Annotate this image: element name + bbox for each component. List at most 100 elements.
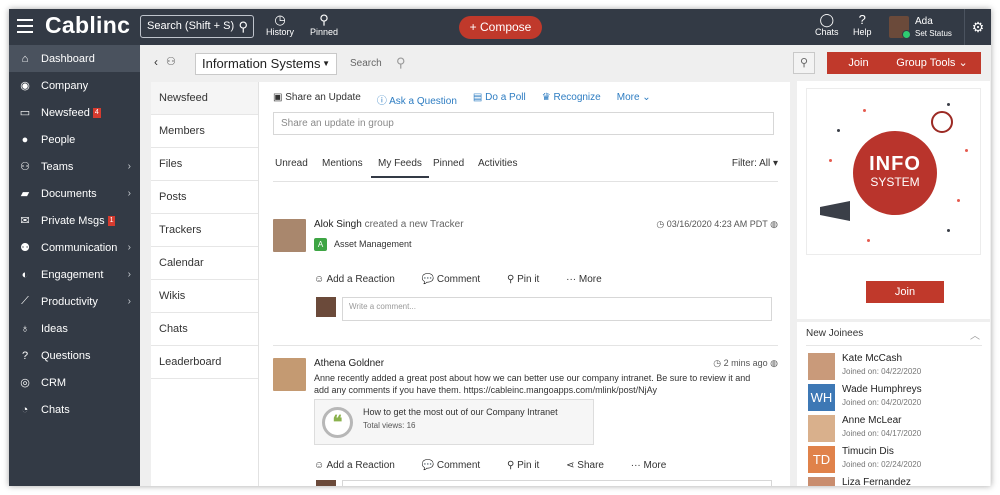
tab-activities[interactable]: Activities: [478, 158, 517, 169]
pin-button[interactable]: ⚲ Pin it: [507, 274, 551, 285]
join-button[interactable]: Join: [866, 281, 944, 303]
joinee-row[interactable]: TD Timucin Dis Joined on: 02/24/2020: [808, 446, 978, 477]
global-search-input[interactable]: Search (Shift + S) ⚲: [140, 15, 254, 38]
group-nav-leaderboard[interactable]: Leaderboard: [151, 346, 258, 379]
more-button[interactable]: ··· More: [631, 460, 679, 471]
tab-pinned[interactable]: Pinned: [433, 158, 464, 169]
group-nav-chats[interactable]: Chats: [151, 313, 258, 346]
sidebar-item-communication[interactable]: ⚉ Communication ›: [9, 234, 140, 261]
sidebar-item-dashboard[interactable]: ⌂ Dashboard: [9, 45, 140, 72]
joinee-date: Joined on: 04/20/2020: [842, 398, 922, 407]
pin-button[interactable]: ⚲ Pin it: [507, 460, 551, 471]
joinee-row[interactable]: Anne McLear Joined on: 04/17/2020: [808, 415, 978, 446]
search-icon[interactable]: ⚲: [396, 55, 406, 71]
tab-my-feeds[interactable]: My Feeds: [371, 158, 429, 178]
comment-input[interactable]: Write a comment...: [342, 480, 772, 486]
sidebar-item-people[interactable]: ● People: [9, 126, 140, 153]
group-nav-files[interactable]: Files: [151, 148, 258, 181]
group-nav-posts[interactable]: Posts: [151, 181, 258, 214]
app-logo[interactable]: Cablinc: [45, 12, 130, 39]
group-tools-dropdown[interactable]: Group Tools ⌄: [883, 52, 981, 74]
joinee-row[interactable]: Liza Fernandez: [808, 477, 978, 486]
user-avatar[interactable]: [889, 16, 911, 39]
add-reaction-button[interactable]: ☺ Add a Reaction: [314, 274, 407, 285]
more-actions-dropdown[interactable]: More ⌄: [617, 92, 651, 107]
pin-group-button[interactable]: ⚲: [793, 52, 815, 74]
tracker-link[interactable]: A Asset Management: [314, 238, 764, 251]
author-name[interactable]: Alok Singh: [314, 219, 362, 230]
author-avatar[interactable]: [273, 219, 306, 252]
comment-input[interactable]: Write a comment...: [342, 297, 772, 321]
more-button[interactable]: ··· More: [566, 274, 614, 285]
post-reactions: ☺ Add a Reaction 💬 Comment ⚲ Pin it ··· …: [314, 274, 626, 285]
joinee-avatar[interactable]: [808, 415, 835, 442]
author-avatar[interactable]: [273, 358, 306, 391]
gamepad-icon: ◐: [21, 268, 29, 281]
group-nav-wikis[interactable]: Wikis: [151, 280, 258, 313]
user-name[interactable]: Ada: [915, 16, 933, 27]
chats-button[interactable]: ◯ Chats: [815, 13, 839, 38]
joinee-name[interactable]: Wade Humphreys: [842, 384, 922, 395]
recognize-action[interactable]: ♛ Recognize: [542, 92, 601, 107]
compose-button[interactable]: + Compose: [459, 16, 542, 39]
history-button[interactable]: ◷ History: [266, 13, 294, 38]
sidebar-item-productivity[interactable]: ⟋ Productivity ›: [9, 288, 140, 315]
share-update-input[interactable]: Share an update in group: [273, 112, 774, 135]
add-reaction-button[interactable]: ☺ Add a Reaction: [314, 460, 407, 471]
joinee-avatar[interactable]: [808, 353, 835, 380]
sidebar-item-newsfeed[interactable]: ▭ Newsfeed 4: [9, 99, 140, 126]
pinned-button[interactable]: ⚲ Pinned: [310, 13, 338, 38]
join-card: Join: [797, 267, 990, 319]
sidebar-item-engagement[interactable]: ◐ Engagement ›: [9, 261, 140, 288]
hamburger-menu-icon[interactable]: [17, 19, 33, 33]
group-cover-image: INFO SYSTEM: [806, 88, 981, 255]
mail-icon: ✉: [20, 215, 30, 227]
joinee-name[interactable]: Timucin Dis: [842, 446, 894, 457]
settings-gear-icon[interactable]: ⚙: [964, 9, 991, 45]
filter-dropdown[interactable]: Filter: All ▾: [732, 158, 778, 169]
group-search-label[interactable]: Search: [350, 58, 382, 69]
chevron-up-icon[interactable]: ︿: [970, 327, 980, 342]
joinee-avatar[interactable]: TD: [808, 446, 835, 473]
sidebar-item-label: Productivity: [41, 295, 98, 308]
back-chevron-icon[interactable]: ‹: [154, 55, 158, 69]
joinee-avatar[interactable]: [808, 477, 835, 486]
joinee-avatar[interactable]: WH: [808, 384, 835, 411]
group-cover-card: INFO SYSTEM: [797, 81, 990, 269]
sidebar-item-crm[interactable]: ◎ CRM: [9, 369, 140, 396]
link-preview-card[interactable]: ❝ How to get the most out of our Company…: [314, 399, 594, 445]
joinee-name[interactable]: Liza Fernandez: [842, 477, 911, 486]
joinee-name[interactable]: Kate McCash: [842, 353, 902, 364]
author-name[interactable]: Athena Goldner: [314, 358, 384, 369]
ask-question-action[interactable]: ⓘ Ask a Question: [377, 92, 457, 107]
share-button[interactable]: ⋖ Share: [566, 460, 616, 471]
comment-button[interactable]: 💬 Comment: [422, 274, 493, 285]
chevron-right-icon: ›: [127, 242, 131, 253]
sidebar-item-chats[interactable]: ◔ Chats: [9, 396, 140, 423]
join-button-top[interactable]: Join: [827, 52, 890, 74]
help-button[interactable]: ? Help: [853, 13, 872, 38]
help-label: Help: [853, 27, 872, 37]
sidebar-item-ideas[interactable]: ♁ Ideas: [9, 315, 140, 342]
group-nav-members[interactable]: Members: [151, 115, 258, 148]
poll-action[interactable]: ▤ Do a Poll: [473, 92, 526, 107]
sidebar-item-documents[interactable]: ▰ Documents ›: [9, 180, 140, 207]
group-nav-calendar[interactable]: Calendar: [151, 247, 258, 280]
group-nav-trackers[interactable]: Trackers: [151, 214, 258, 247]
tab-unread[interactable]: Unread: [275, 158, 308, 169]
sidebar-item-questions[interactable]: ? Questions: [9, 342, 140, 369]
set-status-link[interactable]: Set Status: [915, 29, 952, 38]
sidebar-item-private-msgs[interactable]: ✉ Private Msgs 1: [9, 207, 140, 234]
comment-button[interactable]: 💬 Comment: [422, 460, 493, 471]
share-update-action[interactable]: ▣ Share an Update: [273, 92, 361, 107]
joinee-name[interactable]: Anne McLear: [842, 415, 901, 426]
sidebar-item-company[interactable]: ◉ Company: [9, 72, 140, 99]
group-nav-newsfeed[interactable]: Newsfeed: [151, 82, 258, 115]
tab-mentions[interactable]: Mentions: [322, 158, 363, 169]
joinee-row[interactable]: WH Wade Humphreys Joined on: 04/20/2020: [808, 384, 978, 415]
chat-icon: ◔: [21, 403, 29, 416]
joinee-row[interactable]: Kate McCash Joined on: 04/22/2020: [808, 353, 978, 384]
group-selector[interactable]: Information Systems ▼: [195, 53, 337, 75]
sidebar-item-label: Private Msgs: [41, 214, 105, 227]
sidebar-item-teams[interactable]: ⚇ Teams ›: [9, 153, 140, 180]
